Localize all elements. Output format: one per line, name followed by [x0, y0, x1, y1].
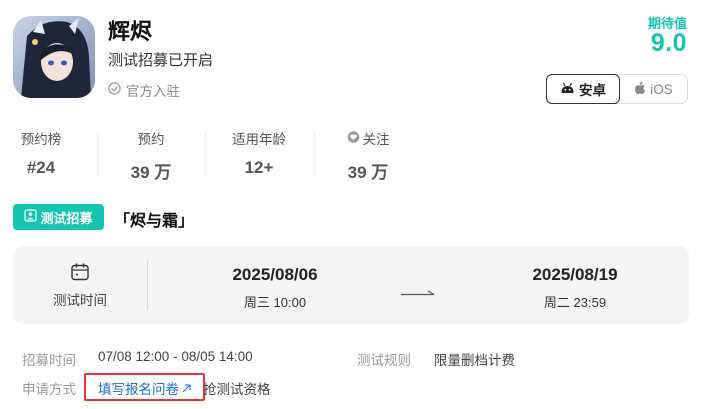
stat-value: 39 万: [347, 163, 389, 182]
start-time: 周三 10:00: [243, 295, 307, 310]
expectation-score: 9.0: [650, 29, 687, 57]
game-title: 辉烬: [108, 19, 153, 44]
stat-label: 适用年龄: [232, 132, 286, 147]
test-rule-value: 限量删档计费: [434, 353, 515, 368]
stat-label: 预约榜: [20, 132, 62, 147]
heart-icon: [347, 130, 360, 146]
recruit-time-value: 07/08 12:00 - 08/05 14:00: [98, 349, 253, 364]
signup-form-link-text: 填写报名问卷: [98, 382, 179, 397]
stat-divider: [314, 133, 315, 177]
signup-form-link[interactable]: 填写报名问卷: [98, 378, 191, 398]
stat-divider: [205, 133, 206, 177]
stat-follows[interactable]: 关注 39 万: [318, 128, 418, 183]
recruit-person-icon: [24, 209, 38, 225]
apply-method-label: 申请方式: [22, 382, 76, 397]
range-arrow-icon: [401, 283, 435, 296]
game-status-text: 测试招募已开启: [108, 52, 214, 69]
official-label: 官方入驻: [126, 84, 180, 99]
test-time-label: 测试时间: [53, 293, 107, 308]
stat-value: 39 万: [130, 163, 172, 182]
test-time-card: 测试时间 2025/08/06 周三 10:00 2025/08/19 周二 2…: [13, 246, 689, 324]
game-app-icon[interactable]: [13, 16, 95, 98]
recruit-badge-label: 测试招募: [40, 210, 93, 226]
apple-icon: [634, 81, 646, 98]
stat-divider: [97, 133, 98, 177]
external-link-icon: [182, 381, 191, 396]
test-recruit-badge: 测试招募: [13, 204, 104, 230]
verified-check-icon: [108, 82, 121, 98]
test-rule-label: 测试规则: [357, 353, 411, 368]
platform-switcher: 安卓 iOS: [546, 74, 688, 104]
end-date: 2025/08/19: [532, 265, 618, 284]
android-icon: [560, 82, 575, 97]
platform-android-tab[interactable]: 安卓: [546, 74, 620, 104]
stat-reservations: 预约 39 万: [101, 128, 201, 183]
official-badge: 官方入驻: [108, 80, 180, 100]
stats-row: 预约榜 #24 预约 39 万 适用年龄 12+ 关注 39 万: [0, 128, 720, 183]
calendar-icon: [70, 262, 90, 287]
stat-age-rating: 适用年龄 12+: [209, 128, 309, 178]
platform-android-label: 安卓: [579, 83, 606, 98]
apply-suffix-text: 抢测试资格: [203, 382, 271, 397]
platform-ios-label: iOS: [650, 81, 673, 97]
stat-label: 预约: [137, 132, 165, 147]
stat-label-text: 关注: [362, 132, 390, 147]
stat-value: 12+: [244, 158, 274, 177]
recruit-time-label: 招募时间: [22, 353, 76, 368]
stat-label: 关注: [318, 128, 418, 148]
card-divider: [147, 260, 148, 310]
platform-ios-tab[interactable]: iOS: [620, 75, 687, 103]
recruit-title: 「烬与霜」: [114, 213, 195, 230]
end-time: 周二 23:59: [543, 295, 607, 310]
stat-value: #24: [26, 158, 56, 177]
start-date: 2025/08/06: [232, 265, 318, 284]
stat-reservation-rank[interactable]: 预约榜 #24: [0, 128, 91, 178]
